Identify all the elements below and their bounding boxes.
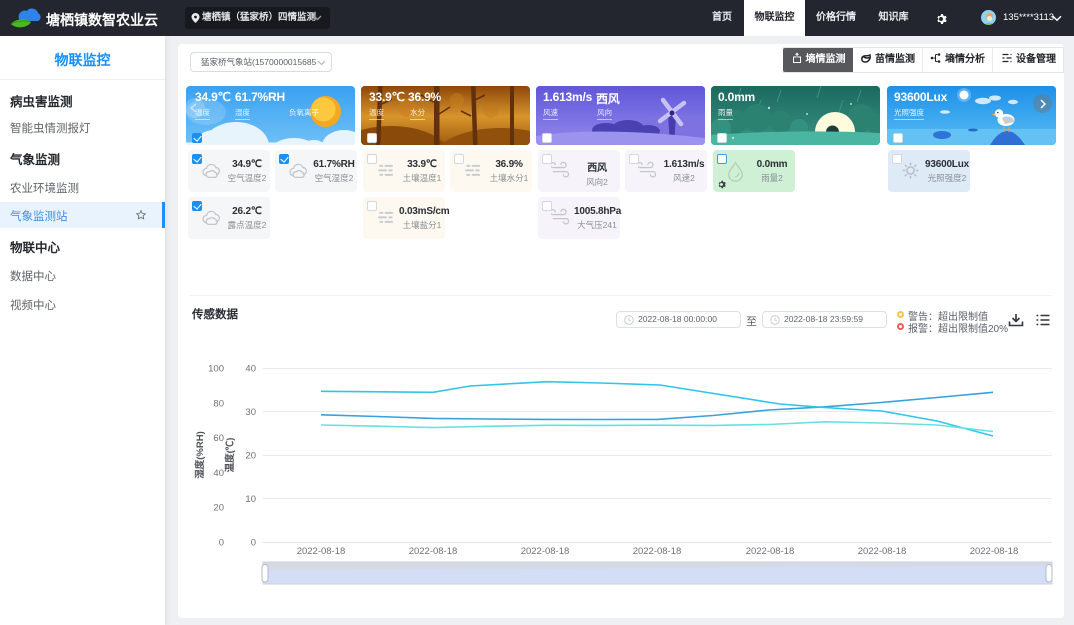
svg-text:2022-08-18: 2022-08-18 [633, 546, 682, 557]
svg-text:20: 20 [213, 503, 224, 514]
svg-text:40: 40 [245, 364, 256, 375]
svg-text:2022-08-18: 2022-08-18 [297, 546, 346, 557]
svg-text:40: 40 [213, 468, 224, 479]
svg-text:2022-08-18: 2022-08-18 [521, 546, 570, 557]
svg-text:100: 100 [208, 364, 224, 375]
svg-text:80: 80 [213, 398, 224, 409]
svg-text:0: 0 [251, 538, 256, 549]
svg-text:20: 20 [245, 451, 256, 462]
svg-text:2022-08-18: 2022-08-18 [858, 546, 907, 557]
svg-text:湿度(%RH): 湿度(%RH) [194, 431, 206, 479]
svg-text:60: 60 [213, 433, 224, 444]
svg-text:2022-08-18: 2022-08-18 [409, 546, 458, 557]
svg-text:10: 10 [245, 494, 256, 505]
svg-text:2022-08-18: 2022-08-18 [970, 546, 1019, 557]
svg-text:温度(℃): 温度(℃) [224, 438, 236, 473]
svg-text:0: 0 [219, 538, 224, 549]
svg-text:30: 30 [245, 407, 256, 418]
svg-text:2022-08-18: 2022-08-18 [746, 546, 795, 557]
